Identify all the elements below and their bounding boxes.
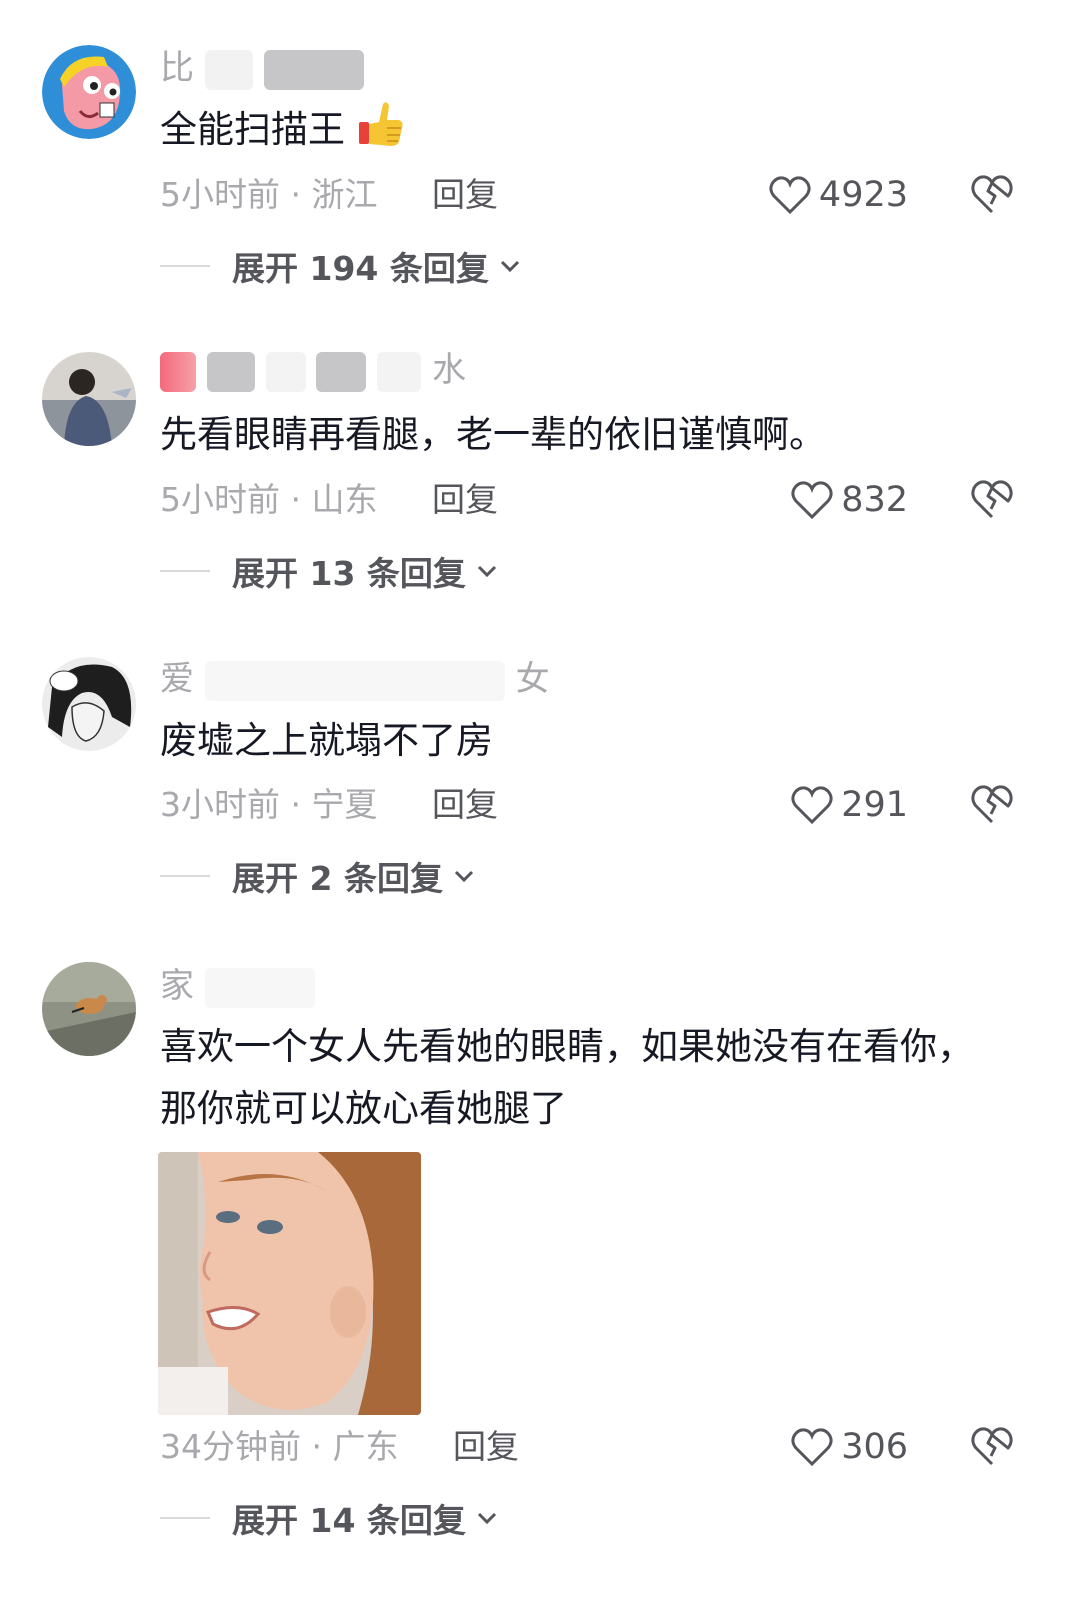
redacted-username	[263, 49, 364, 90]
reply-button[interactable]: 回复	[432, 480, 498, 519]
redacted-username	[206, 351, 255, 392]
location: 宁夏	[311, 785, 378, 824]
dislike-button[interactable]	[970, 172, 1014, 216]
like-count: 832	[841, 480, 908, 520]
avatar[interactable]	[42, 657, 136, 751]
chevron-down-icon	[477, 1512, 496, 1525]
comment-meta: 34分钟前 · 广东 回复	[160, 1427, 519, 1466]
chevron-down-icon	[454, 870, 474, 883]
redacted-username	[160, 351, 196, 392]
comment-text: 喜欢一个女人先看她的眼睛，如果她没有在看你， 那你就可以放心看她腿了	[160, 1025, 974, 1130]
username[interactable]: 家	[160, 962, 315, 1010]
broken-heart-icon	[971, 785, 1013, 824]
redacted-username	[204, 967, 315, 1008]
heart-icon	[791, 786, 833, 825]
like-count: 291	[841, 785, 908, 825]
thumbs-up-emoji-icon	[357, 98, 405, 148]
reply-button[interactable]: 回复	[453, 1427, 519, 1466]
username[interactable]: 水	[160, 346, 466, 394]
timestamp: 34分钟前	[160, 1427, 301, 1466]
like-count: 4923	[818, 175, 908, 215]
divider	[160, 1517, 210, 1519]
broken-heart-icon	[971, 480, 1013, 519]
dislike-button[interactable]	[970, 477, 1014, 521]
expand-replies-button[interactable]: 展开 2 条回复	[160, 851, 475, 901]
location: 广东	[332, 1427, 399, 1466]
comment-meta: 5小时前 · 浙江 回复	[160, 175, 498, 214]
chevron-down-icon	[477, 565, 496, 578]
expand-replies-button[interactable]: 展开 194 条回复	[160, 241, 521, 291]
divider	[160, 570, 210, 572]
avatar[interactable]	[42, 962, 136, 1056]
dislike-button[interactable]	[970, 1424, 1014, 1468]
like-button[interactable]: 4923	[769, 170, 908, 220]
divider	[160, 265, 210, 267]
reply-button[interactable]: 回复	[432, 785, 498, 824]
location: 浙江	[311, 175, 378, 214]
broken-heart-icon	[971, 1427, 1013, 1466]
username[interactable]: 比	[160, 44, 364, 92]
like-button[interactable]: 291	[791, 780, 908, 830]
broken-heart-icon	[971, 175, 1013, 214]
redacted-username	[377, 351, 422, 392]
heart-icon	[769, 176, 811, 215]
redacted-username	[316, 351, 367, 392]
avatar[interactable]	[42, 45, 136, 139]
redacted-username	[204, 660, 505, 701]
comment-text: 先看眼睛再看腿，老一辈的依旧谨慎啊。	[160, 413, 826, 456]
redacted-username	[265, 351, 306, 392]
dislike-button[interactable]	[970, 782, 1014, 826]
redacted-username	[204, 49, 253, 90]
timestamp: 5小时前	[160, 480, 280, 519]
like-count: 306	[841, 1427, 908, 1467]
like-button[interactable]: 306	[791, 1422, 908, 1472]
comment-text: 全能扫描王	[160, 98, 1020, 161]
comment-meta: 5小时前 · 山东 回复	[160, 480, 498, 519]
comment-text: 废墟之上就塌不了房	[160, 719, 493, 762]
heart-icon	[791, 1428, 833, 1467]
expand-replies-button[interactable]: 展开 14 条回复	[160, 1493, 498, 1543]
divider	[160, 875, 210, 877]
comment-image[interactable]	[158, 1152, 421, 1415]
timestamp: 5小时前	[160, 175, 280, 214]
comment-meta: 3小时前 · 宁夏 回复	[160, 785, 498, 824]
reply-button[interactable]: 回复	[432, 175, 498, 214]
timestamp: 3小时前	[160, 785, 280, 824]
location: 山东	[311, 480, 378, 519]
chevron-down-icon	[500, 260, 519, 273]
like-button[interactable]: 832	[791, 475, 908, 525]
heart-icon	[791, 481, 833, 520]
username[interactable]: 爱 女	[160, 655, 550, 703]
avatar[interactable]	[42, 352, 136, 446]
expand-replies-button[interactable]: 展开 13 条回复	[160, 546, 498, 596]
